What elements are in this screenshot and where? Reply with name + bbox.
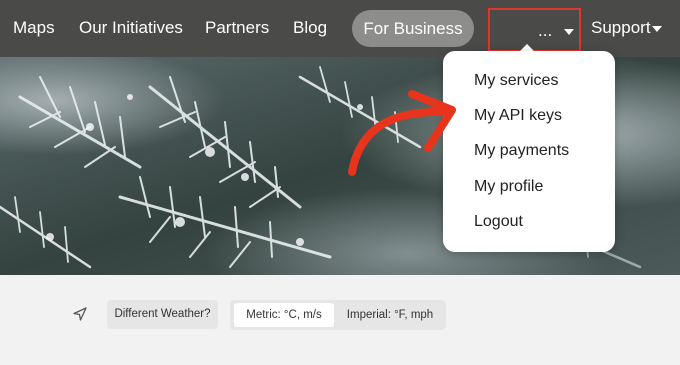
imperial-unit-option[interactable]: Imperial: °F, mph: [336, 303, 444, 327]
page: Maps Our Initiatives Partners Blog For B…: [0, 0, 680, 365]
top-navigation: Maps Our Initiatives Partners Blog For B…: [0, 0, 680, 57]
menu-item-my-services[interactable]: My services: [474, 71, 558, 91]
menu-item-logout[interactable]: Logout: [474, 212, 523, 232]
support-caret-down-icon: [652, 26, 662, 32]
more-ellipsis: ...: [538, 21, 553, 40]
menu-item-my-profile[interactable]: My profile: [474, 177, 543, 197]
caret-down-icon: [564, 29, 574, 35]
menu-item-my-payments[interactable]: My payments: [474, 141, 569, 161]
different-weather-button[interactable]: Different Weather?: [107, 300, 218, 329]
location-arrow-icon[interactable]: [72, 306, 88, 322]
menu-item-my-api-keys[interactable]: My API keys: [474, 106, 562, 126]
nav-blog[interactable]: Blog: [293, 17, 327, 39]
nav-support[interactable]: Support: [591, 17, 651, 39]
for-business-button[interactable]: For Business: [352, 10, 474, 47]
nav-our-initiatives[interactable]: Our Initiatives: [79, 17, 183, 39]
metric-unit-option[interactable]: Metric: °C, m/s: [234, 303, 334, 327]
nav-maps[interactable]: Maps: [13, 17, 55, 39]
unit-switch: Metric: °C, m/s Imperial: °F, mph: [230, 300, 446, 330]
nav-partners[interactable]: Partners: [205, 17, 269, 39]
weather-controls-bar: Different Weather? Metric: °C, m/s Imper…: [0, 275, 680, 365]
account-dropdown-menu: My services My API keys My payments My p…: [443, 51, 615, 252]
